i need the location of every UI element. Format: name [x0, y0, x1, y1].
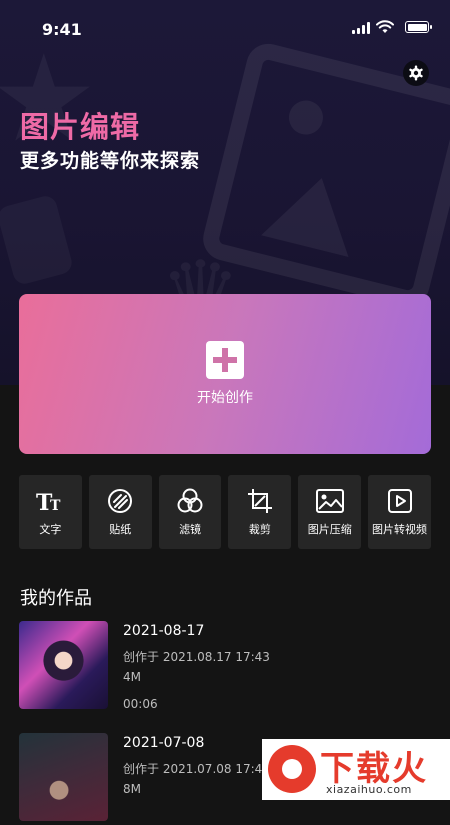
- tool-text[interactable]: TT 文字: [19, 475, 82, 549]
- watermark-url: xiazaihuo.com: [326, 783, 412, 796]
- my-works-heading: 我的作品: [20, 588, 92, 609]
- tool-image-to-video[interactable]: 图片转视频: [368, 475, 431, 549]
- work-thumbnail[interactable]: [19, 621, 108, 709]
- work-file-size: 4M: [123, 670, 141, 684]
- tool-crop[interactable]: 裁剪: [228, 475, 292, 549]
- watermark: 下载火 xiazaihuo.com: [262, 739, 450, 800]
- gear-icon: [409, 65, 423, 81]
- start-creating-button[interactable]: 开始创作: [19, 294, 431, 454]
- tool-grid: TT 文字 贴纸 滤镜 裁剪 图片压缩 图片转视频: [19, 475, 431, 549]
- tool-label: 文字: [39, 523, 62, 536]
- text-icon: TT: [36, 487, 64, 515]
- tool-sticker[interactable]: 贴纸: [88, 475, 152, 549]
- work-file-size: 8M: [123, 782, 141, 796]
- tool-label: 滤镜: [179, 523, 202, 536]
- sticker-icon: [106, 487, 134, 515]
- crop-icon: [246, 487, 274, 515]
- work-thumbnail[interactable]: [19, 733, 108, 821]
- tool-filter[interactable]: 滤镜: [158, 475, 222, 549]
- plus-icon: [206, 341, 244, 379]
- page-subtitle: 更多功能等你来探索: [20, 150, 201, 172]
- status-time: 9:41: [42, 20, 82, 39]
- tool-label: 裁剪: [248, 523, 271, 536]
- work-date: 2021-07-08: [123, 735, 205, 751]
- page-title: 图片编辑: [20, 110, 141, 144]
- tool-image-compress[interactable]: 图片压缩: [298, 475, 362, 549]
- tool-label: 图片转视频: [372, 523, 428, 536]
- wifi-icon: [376, 20, 394, 33]
- svg-text:T: T: [50, 498, 61, 513]
- image-compress-icon: [315, 487, 344, 515]
- work-created-time: 创作于 2021.07.08 17:43: [123, 762, 270, 776]
- work-duration: 00:06: [123, 697, 158, 711]
- settings-button[interactable]: [403, 60, 429, 86]
- battery-icon: [405, 21, 432, 33]
- decorative-thumbs-up-icon: [0, 193, 75, 287]
- work-created-time: 创作于 2021.08.17 17:43: [123, 650, 270, 664]
- start-creating-label: 开始创作: [197, 390, 253, 406]
- status-bar: 9:41: [0, 0, 450, 56]
- work-date: 2021-08-17: [123, 623, 205, 639]
- work-item[interactable]: 2021-08-17 创作于 2021.08.17 17:43 4M 00:06: [19, 621, 431, 713]
- filter-icon: [176, 487, 204, 515]
- tool-label: 贴纸: [109, 523, 132, 536]
- tool-label: 图片压缩: [307, 523, 352, 536]
- image-to-video-icon: [386, 487, 414, 515]
- watermark-logo-icon: [268, 745, 316, 793]
- signal-icon: [352, 22, 370, 34]
